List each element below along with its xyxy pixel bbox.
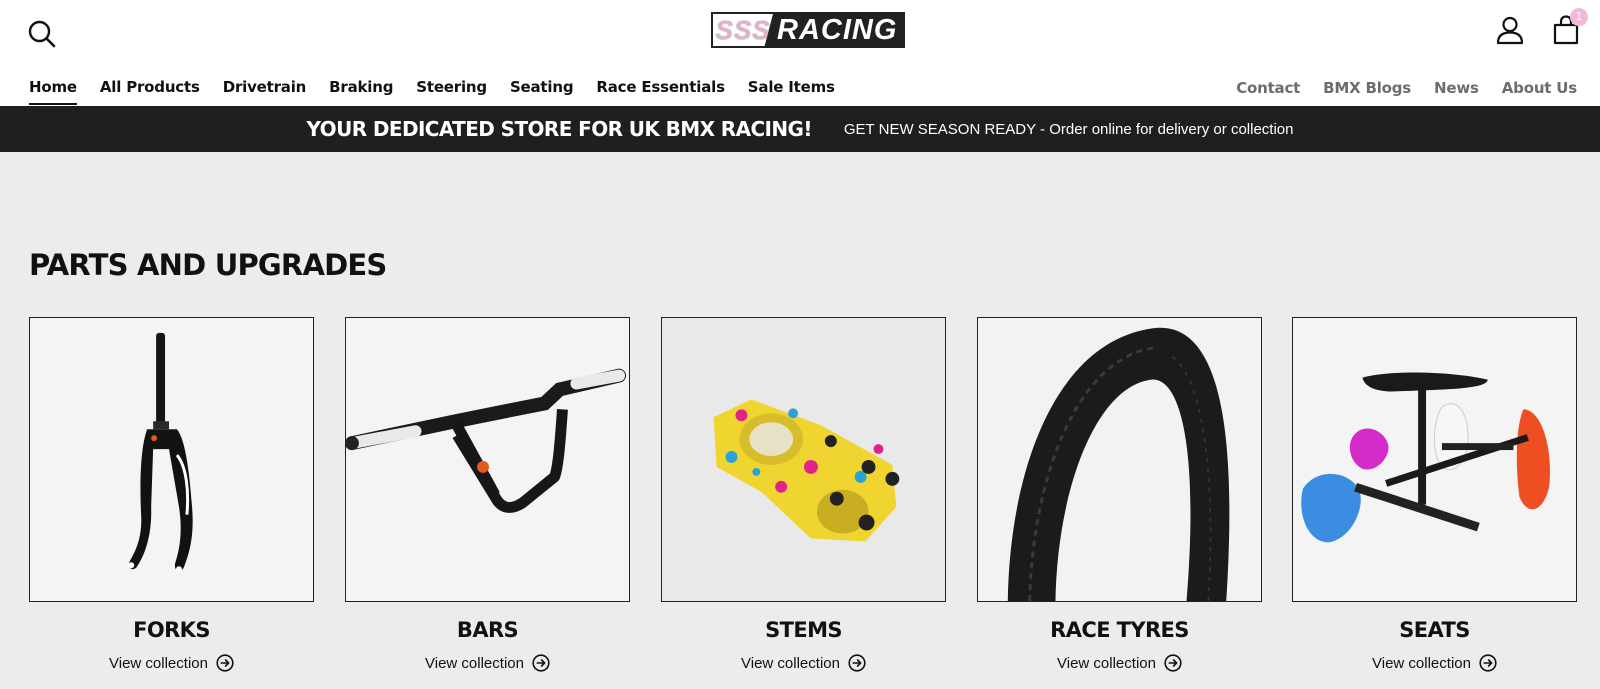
arrow-right-circle-icon <box>1479 654 1497 672</box>
search-button[interactable] <box>24 16 60 52</box>
race-tyres-title: RACE TYRES <box>1050 618 1189 642</box>
handlebar-product-image <box>346 318 629 601</box>
bars-view-collection-link[interactable]: View collection <box>345 654 630 672</box>
collection-card-bars: BARS View collection <box>345 317 630 672</box>
bars-image[interactable] <box>345 317 630 602</box>
fork-product-image <box>30 318 313 601</box>
arrow-right-circle-icon <box>532 654 550 672</box>
secondary-navigation: Contact BMX Blogs News About Us <box>1236 79 1577 97</box>
account-button[interactable] <box>1492 12 1528 48</box>
nav-contact[interactable]: Contact <box>1236 79 1300 97</box>
cart-count-badge: 1 <box>1570 8 1588 26</box>
site-header: SSS RACING 1 Home All Products Drivetrai… <box>0 0 1600 106</box>
cart-button[interactable]: 1 <box>1548 8 1588 48</box>
stem-product-image <box>662 318 945 601</box>
announcement-text: GET NEW SEASON READY - Order online for … <box>843 120 1294 138</box>
stems-link-label: View collection <box>741 654 840 672</box>
collection-card-forks: FORKS View collection <box>29 317 314 672</box>
forks-image[interactable] <box>29 317 314 602</box>
seats-link-label: View collection <box>1372 654 1471 672</box>
forks-view-collection-link[interactable]: View collection <box>29 654 314 672</box>
stems-title: STEMS <box>765 618 842 642</box>
arrow-right-circle-icon <box>848 654 866 672</box>
seats-view-collection-link[interactable]: View collection <box>1292 654 1577 672</box>
nav-seating[interactable]: Seating <box>510 78 574 96</box>
search-icon <box>28 20 56 48</box>
bars-title: BARS <box>456 618 519 642</box>
announcement-bar: YOUR DEDICATED STORE FOR UK BMX RACING! … <box>0 106 1600 152</box>
logo-mark: SSS <box>713 14 773 46</box>
arrow-right-circle-icon <box>1164 654 1182 672</box>
race-tyres-image[interactable] <box>977 317 1262 602</box>
seat-product-image <box>1293 318 1576 601</box>
seats-image[interactable] <box>1292 317 1577 602</box>
race-tyres-view-collection-link[interactable]: View collection <box>977 654 1262 672</box>
nav-race-essentials[interactable]: Race Essentials <box>596 78 725 96</box>
nav-all-products[interactable]: All Products <box>100 78 200 96</box>
tyre-product-image <box>978 318 1261 601</box>
arrow-right-circle-icon <box>216 654 234 672</box>
nav-steering[interactable]: Steering <box>416 78 487 96</box>
bars-link-label: View collection <box>425 654 524 672</box>
stems-view-collection-link[interactable]: View collection <box>661 654 946 672</box>
section-title: PARTS AND UPGRADES <box>29 248 387 282</box>
site-logo[interactable]: SSS RACING <box>711 12 905 48</box>
collection-card-stems: STEMS View collection <box>661 317 946 672</box>
logo-wordmark: RACING <box>777 14 898 46</box>
collection-card-seats: SEATS View collection <box>1292 317 1577 672</box>
nav-sale-items[interactable]: Sale Items <box>748 78 835 96</box>
nav-drivetrain[interactable]: Drivetrain <box>223 78 307 96</box>
main-navigation: Home All Products Drivetrain Braking Ste… <box>29 78 835 105</box>
nav-braking[interactable]: Braking <box>329 78 393 96</box>
user-icon <box>1496 16 1524 45</box>
forks-title: FORKS <box>133 618 210 642</box>
collections-section: PARTS AND UPGRADES FORKS View collection <box>0 152 1600 689</box>
nav-news[interactable]: News <box>1434 79 1479 97</box>
nav-home[interactable]: Home <box>29 78 77 105</box>
stems-image[interactable] <box>661 317 946 602</box>
collection-card-race-tyres: RACE TYRES View collection <box>977 317 1262 672</box>
seats-title: SEATS <box>1399 618 1470 642</box>
nav-bmx-blogs[interactable]: BMX Blogs <box>1323 79 1411 97</box>
announcement-title: YOUR DEDICATED STORE FOR UK BMX RACING! <box>306 117 813 141</box>
nav-about-us[interactable]: About Us <box>1502 79 1577 97</box>
race-tyres-link-label: View collection <box>1057 654 1156 672</box>
forks-link-label: View collection <box>109 654 208 672</box>
